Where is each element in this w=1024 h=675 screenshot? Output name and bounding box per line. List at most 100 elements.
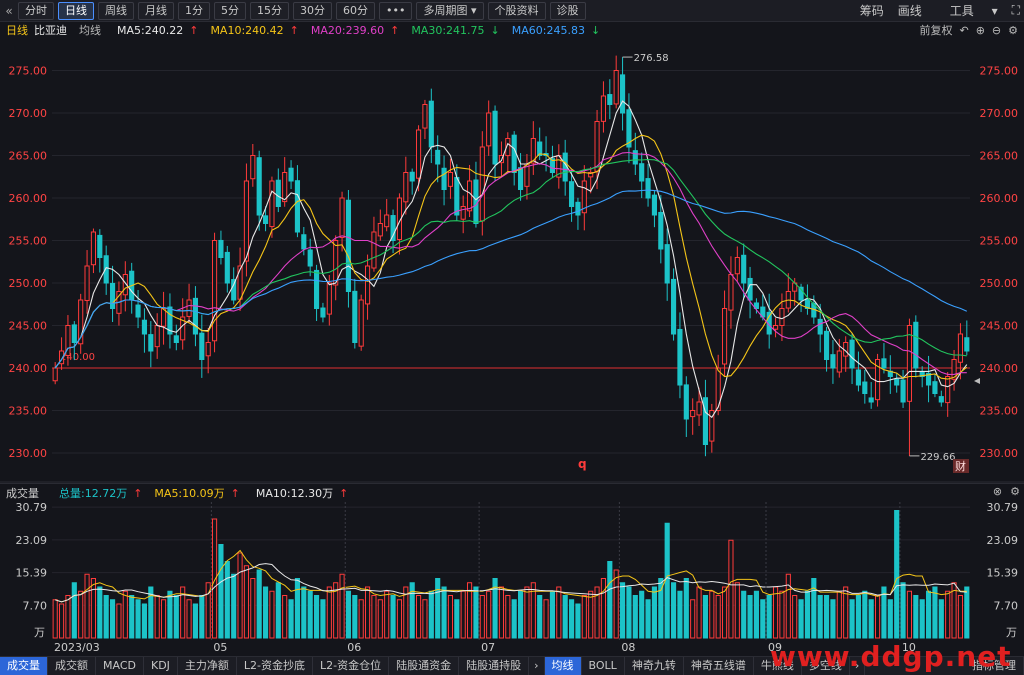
price-tick-left-1: 235.00 (9, 405, 48, 418)
price-tick-right-7: 265.00 (980, 150, 1019, 163)
volume-bar-70 (498, 586, 505, 639)
volume-bar-21 (186, 599, 192, 639)
volume-bar-134 (906, 590, 913, 639)
volume-bar-92 (639, 590, 645, 639)
price-tick-left-2: 240.00 (9, 362, 48, 375)
candle-body-51 (377, 223, 383, 237)
month-label-4: 08 (621, 641, 635, 654)
price-tick-left-6: 260.00 (9, 192, 48, 205)
price-tick-right-9: 275.00 (980, 65, 1019, 78)
volume-bar-64 (460, 590, 466, 639)
volume-bar-100 (690, 599, 696, 639)
volume-bar-109 (747, 595, 753, 639)
candle-body-23 (199, 332, 205, 360)
candle-body-33 (262, 215, 269, 224)
candle-body-98 (677, 328, 683, 386)
indicator-tab-12[interactable]: 神奇九转 (625, 657, 684, 675)
volume-bar-74 (524, 586, 530, 639)
volume-tick-left-1: 15.39 (16, 567, 48, 580)
candle-body-81 (568, 181, 575, 207)
price-tick-left-8: 270.00 (9, 107, 48, 120)
volume-bar-61 (441, 586, 447, 639)
volume-bar-35 (275, 582, 281, 639)
candle-body-99 (683, 384, 689, 420)
volume-bar-38 (294, 578, 301, 639)
candle-body-101 (696, 401, 702, 416)
indicator-tab-2[interactable]: MACD (96, 657, 144, 675)
settings-icon[interactable]: ⚙ (1010, 485, 1020, 498)
volume-tick-left-2: 23.09 (16, 534, 48, 547)
candle-body-127 (862, 381, 868, 394)
candle-body-36 (282, 172, 288, 203)
price-tick-left-7: 265.00 (9, 150, 48, 163)
candle-body-40 (307, 249, 313, 267)
month-label-1: 05 (213, 641, 227, 654)
volume-ma5: MA5:10.09万 ↑ (148, 485, 239, 501)
candle-body-82 (575, 201, 581, 216)
candle-body-120 (817, 318, 823, 335)
month-label-2: 06 (347, 641, 361, 654)
volume-bar-14 (141, 603, 148, 639)
volume-bar-84 (588, 590, 594, 639)
indicator-tab-13[interactable]: 神奇五线谱 (684, 657, 754, 675)
candle-body-34 (269, 180, 275, 228)
indicator-tab-8[interactable]: 陆股通持股 (459, 657, 530, 675)
candle-body-59 (428, 100, 434, 148)
volume-bar-77 (543, 599, 549, 639)
volume-bar-99 (683, 578, 689, 639)
candle-body-52 (384, 214, 390, 228)
candle-body-30 (243, 180, 250, 262)
volume-bar-36 (282, 595, 288, 639)
volume-tick-left-3: 30.79 (16, 501, 48, 514)
indicator-tab-11[interactable]: BOLL (582, 657, 625, 675)
cai-marker: 财 (955, 459, 966, 473)
close-icon[interactable]: ⊗ (993, 485, 1002, 498)
volume-bar-142 (957, 595, 964, 639)
candle-body-138 (932, 381, 938, 394)
indicator-tab-7[interactable]: 陆股通资金 (389, 657, 460, 675)
candle-body-45 (339, 197, 345, 238)
indicator-tab-4[interactable]: 主力净额 (178, 657, 237, 675)
candle-body-143 (964, 337, 970, 352)
candle-body-85 (594, 121, 600, 172)
volume-bar-2 (65, 595, 71, 639)
candle-body-125 (849, 339, 855, 369)
indicator-tab-3[interactable]: KDJ (144, 657, 178, 675)
volume-bar-132 (894, 510, 900, 639)
volume-bar-7 (97, 586, 103, 639)
volume-bar-17 (160, 599, 167, 639)
volume-bar-128 (868, 599, 874, 639)
indicator-tab-1[interactable]: 成交额 (48, 657, 96, 675)
candle-body-13 (135, 304, 141, 318)
volume-bar-86 (600, 578, 607, 639)
volume-bar-37 (288, 599, 294, 639)
volume-bar-51 (377, 599, 383, 639)
candle-body-135 (913, 321, 919, 369)
candle-body-0 (52, 367, 58, 382)
candle-body-123 (836, 350, 842, 373)
candle-body-96 (664, 244, 670, 284)
volume-bar-12 (129, 595, 135, 639)
candle-body-67 (479, 146, 485, 222)
candle-body-57 (415, 129, 422, 179)
volume-bar-118 (804, 590, 811, 639)
indicator-tab-0[interactable]: 成交量 (0, 657, 48, 675)
volume-unit-left: 万 (34, 626, 45, 639)
volume-bar-103 (709, 590, 715, 639)
candle-body-128 (868, 397, 874, 403)
price-tick-right-6: 260.00 (980, 192, 1019, 205)
month-label-0: 2023/03 (54, 641, 100, 654)
volume-bar-47 (352, 595, 358, 639)
indicator-tab-10[interactable]: 均线 (544, 657, 582, 675)
volume-header: 成交量 总量:12.72万 ↑ MA5:10.09万 ↑ MA10:12.30万 ↑ (0, 483, 1024, 501)
volume-ma5-line (55, 549, 967, 603)
indicator-tab-9[interactable]: › (529, 657, 545, 675)
annotation-label-0: 276.58 (634, 53, 669, 64)
indicator-tab-5[interactable]: L2-资金抄底 (237, 657, 314, 675)
candle-body-69 (492, 110, 498, 165)
volume-bar-32 (256, 569, 262, 639)
indicator-tab-6[interactable]: L2-资金仓位 (313, 657, 390, 675)
ma60-line (54, 189, 968, 369)
candle-body-35 (275, 179, 281, 207)
volume-bar-78 (549, 590, 556, 639)
